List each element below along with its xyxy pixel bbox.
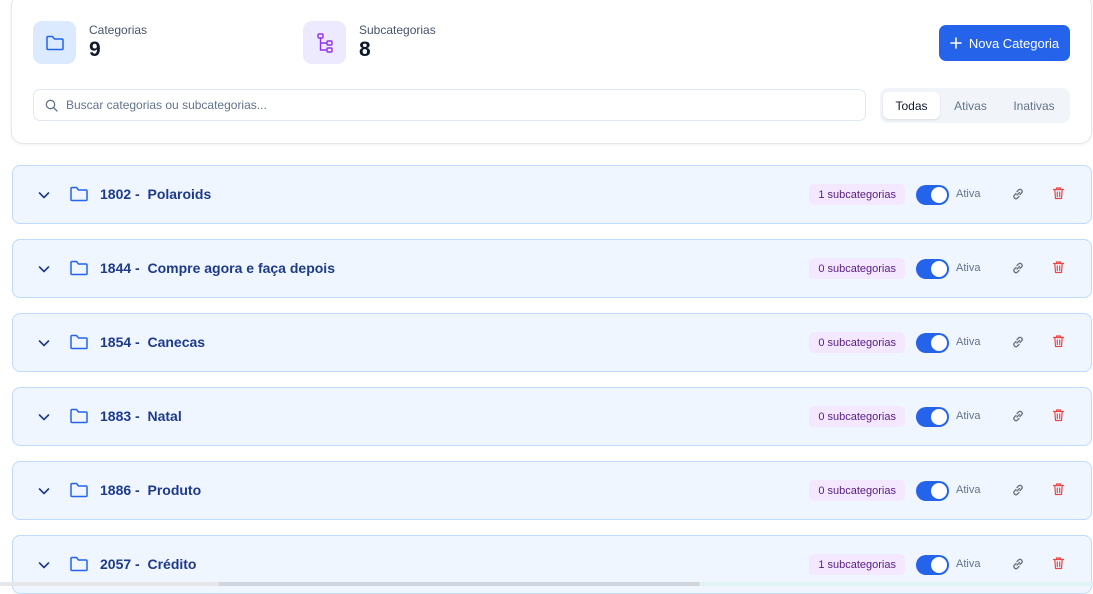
category-title: 1886 - Produto — [100, 482, 202, 498]
trash-icon[interactable] — [1052, 556, 1065, 570]
folder-icon — [70, 186, 88, 202]
trash-icon[interactable] — [1052, 482, 1065, 496]
subcategory-count-badge: 0 subcategorias — [809, 258, 905, 279]
trash-icon[interactable] — [1052, 186, 1065, 200]
active-toggle[interactable] — [916, 555, 949, 575]
status-label: Ativa — [956, 558, 981, 570]
search-icon — [45, 99, 58, 112]
link-icon[interactable] — [1011, 409, 1025, 423]
folder-icon — [70, 482, 88, 498]
folder-icon — [33, 21, 76, 64]
chevron-down-icon[interactable] — [37, 558, 51, 572]
folder-icon — [70, 260, 88, 276]
filter-all[interactable]: Todas — [883, 92, 940, 119]
active-toggle[interactable] — [916, 481, 949, 501]
link-icon[interactable] — [1011, 187, 1025, 201]
categories-stat: Categorias 9 — [33, 21, 147, 64]
subcategories-stat: Subcategorias 8 — [303, 21, 436, 64]
link-icon[interactable] — [1011, 335, 1025, 349]
category-title: 1844 - Compre agora e faça depois — [100, 260, 335, 276]
subcategory-count-badge: 1 subcategorias — [809, 184, 905, 205]
category-row[interactable]: 1883 - Natal 0 subcategorias Ativa — [12, 387, 1092, 446]
subcategory-count-badge: 1 subcategorias — [809, 554, 905, 575]
plus-icon — [950, 37, 962, 49]
category-row[interactable]: 1844 - Compre agora e faça depois 0 subca… — [12, 239, 1092, 298]
subcategories-count: 8 — [359, 38, 371, 61]
link-icon[interactable] — [1011, 261, 1025, 275]
categories-label: Categorias — [89, 23, 148, 37]
status-filter: Todas Ativas Inativas — [880, 88, 1070, 123]
hierarchy-icon — [303, 21, 346, 64]
category-row[interactable]: 1886 - Produto 0 subcategorias Ativa — [12, 461, 1092, 520]
trash-icon[interactable] — [1052, 260, 1065, 274]
trash-icon[interactable] — [1052, 334, 1065, 348]
category-title: 1883 - Natal — [100, 408, 182, 424]
category-title: 1854 - Canecas — [100, 334, 206, 350]
status-label: Ativa — [956, 262, 981, 274]
active-toggle[interactable] — [916, 407, 949, 427]
new-category-label: Nova Categoria — [968, 35, 1060, 51]
chevron-down-icon[interactable] — [37, 336, 51, 350]
category-row[interactable]: 1854 - Canecas 0 subcategorias Ativa — [12, 313, 1092, 372]
summary-card: Categorias 9 Subcategorias 8 Nova Catego… — [11, 0, 1092, 144]
folder-icon — [70, 408, 88, 424]
folder-icon — [70, 556, 88, 572]
category-title: 2057 - Crédito — [100, 556, 197, 572]
filter-inactive[interactable]: Inativas — [1001, 92, 1067, 119]
bottom-scroll-edge — [0, 582, 1093, 586]
new-category-button[interactable]: Nova Categoria — [939, 25, 1070, 61]
status-label: Ativa — [956, 188, 981, 200]
chevron-down-icon[interactable] — [37, 484, 51, 498]
status-label: Ativa — [956, 410, 981, 422]
link-icon[interactable] — [1011, 483, 1025, 497]
chevron-down-icon[interactable] — [37, 410, 51, 424]
chevron-down-icon[interactable] — [37, 262, 51, 276]
active-toggle[interactable] — [916, 259, 949, 279]
chevron-down-icon[interactable] — [37, 188, 51, 202]
categories-count: 9 — [89, 38, 101, 61]
folder-icon — [70, 334, 88, 350]
subcategory-count-badge: 0 subcategorias — [809, 406, 905, 427]
status-label: Ativa — [956, 336, 981, 348]
search-box[interactable] — [33, 89, 866, 121]
status-label: Ativa — [956, 484, 981, 496]
search-input[interactable] — [66, 98, 826, 112]
trash-icon[interactable] — [1052, 408, 1065, 422]
active-toggle[interactable] — [916, 333, 949, 353]
subcategory-count-badge: 0 subcategorias — [809, 332, 905, 353]
category-title: 1802 - Polaroids — [100, 186, 212, 202]
link-icon[interactable] — [1011, 557, 1025, 571]
category-row[interactable]: 1802 - Polaroids 1 subcategorias Ativa — [12, 165, 1092, 224]
subcategories-label: Subcategorias — [359, 23, 436, 37]
subcategory-count-badge: 0 subcategorias — [809, 480, 905, 501]
active-toggle[interactable] — [916, 185, 949, 205]
filter-active[interactable]: Ativas — [940, 92, 1001, 119]
